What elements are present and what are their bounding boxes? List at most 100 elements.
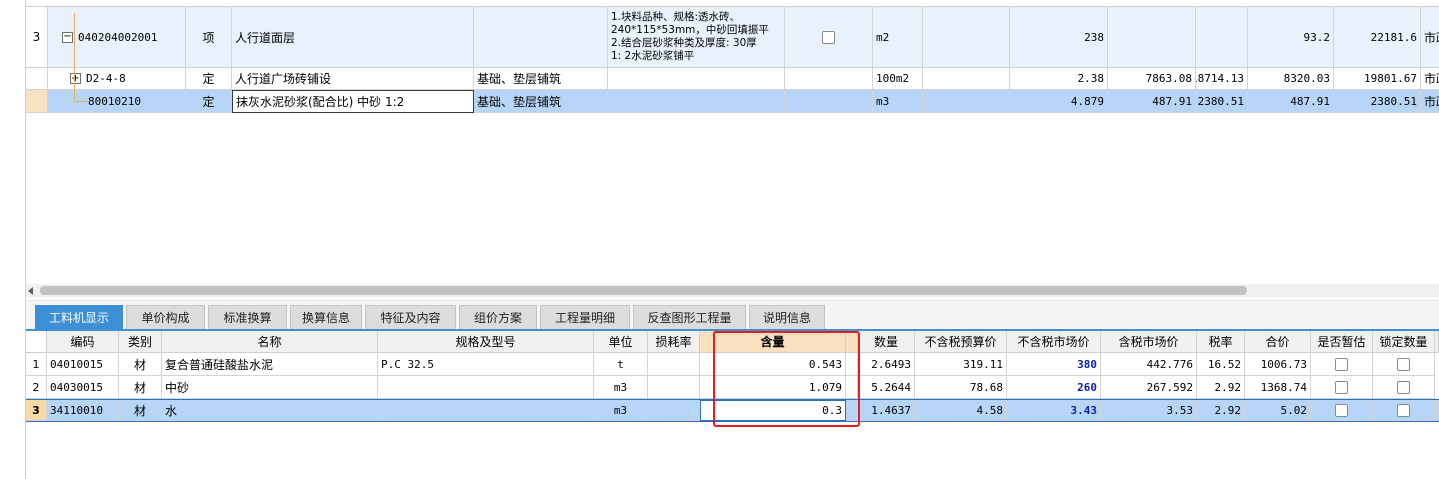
expand-icon[interactable]: + [70,73,81,84]
header-lock[interactable]: 锁定数量 [1373,331,1435,353]
tab-material-display[interactable]: 工料机显示 [35,305,123,329]
collapse-icon[interactable]: − [62,31,73,43]
scrollbar-thumb[interactable] [40,286,1247,295]
checkbox-cell [785,7,873,68]
lock-checkbox[interactable] [1397,357,1410,371]
tab-unit-price[interactable]: 单价构成 [126,305,205,329]
name-editor[interactable]: 抹灰水泥砂浆(配合比) 中砂 1:2 [232,90,474,113]
taxmarket-cell[interactable]: 3.53 [1101,400,1197,421]
code-cell[interactable]: − 040204002001 [48,7,186,68]
header-code[interactable]: 编码 [47,331,119,353]
loss-cell[interactable] [648,376,700,399]
taxrate-cell[interactable]: 16.52 [1197,353,1245,376]
header-market[interactable]: 不含税市场价 [1007,331,1101,353]
tab-features[interactable]: 特征及内容 [365,305,456,329]
unit-cell[interactable]: m3 [594,376,648,399]
lock-checkbox[interactable] [1397,403,1410,417]
loss-cell[interactable] [648,400,700,421]
taxmarket-cell[interactable]: 442.776 [1101,353,1197,376]
header-type[interactable]: 类别 [119,331,162,353]
code-cell[interactable]: 34110010 [47,400,119,421]
header-taxrate[interactable]: 税率 [1197,331,1245,353]
unit-cell[interactable]: m3 [594,400,648,421]
estimate-checkbox[interactable] [1335,403,1348,417]
feature-cell[interactable] [608,68,785,90]
header-unit[interactable]: 单位 [594,331,648,353]
name-cell[interactable]: 中砂 [162,376,378,399]
market-cell[interactable]: 260 [1007,376,1101,399]
spec-cell[interactable] [378,376,594,399]
name-cell[interactable]: 人行道面层 [232,7,474,68]
table-row[interactable]: + D2-4-8 定 人行道广场砖铺设 基础、垫层铺筑 100m2 2.38 7… [26,68,1439,90]
tab-quantity-detail[interactable]: 工程量明细 [540,305,630,329]
code-cell[interactable]: 80010210 [48,90,186,113]
name-cell[interactable]: 人行道广场砖铺设 [232,68,474,90]
qty-cell[interactable]: 5.2644 [858,376,915,399]
checkbox-cell [785,90,873,113]
unit-cell[interactable]: t [594,353,648,376]
feature-cell[interactable] [608,90,785,113]
table-row-selected[interactable]: 80010210 定 抹灰水泥砂浆(配合比) 中砂 1:2 基础、垫层铺筑 m3… [26,90,1439,113]
feature-cell[interactable]: 1.块料品种、规格:透水砖、 240*115*53mm，中砂回填振平 2.结合层… [608,7,785,68]
market-cell[interactable]: 3.43 [1007,400,1101,421]
name-cell[interactable]: 复合普通硅酸盐水泥 [162,353,378,376]
quantity-cell[interactable]: 238 [1010,7,1108,68]
scroll-left-arrow-icon[interactable] [28,287,33,295]
estimate-checkbox[interactable] [1335,357,1348,371]
taxrate-cell[interactable]: 2.92 [1197,376,1245,399]
code-cell[interactable]: 04010015 [47,353,119,376]
budget-cell[interactable]: 319.11 [915,353,1007,376]
type-cell[interactable]: 材 [119,376,162,399]
header-name[interactable]: 名称 [162,331,378,353]
header-budget[interactable]: 不含税预算价 [915,331,1007,353]
price-cell: 22181.6 [1334,7,1421,68]
qty-cell[interactable]: 2.6493 [858,353,915,376]
unit-cell[interactable]: 100m2 [873,68,923,90]
type-cell[interactable]: 定 [186,90,232,113]
lock-checkbox[interactable] [1397,380,1410,394]
header-taxmarket[interactable]: 含税市场价 [1101,331,1197,353]
price-cell [1196,7,1248,68]
spec-cell[interactable] [378,400,594,421]
loss-cell[interactable] [648,353,700,376]
tab-standard-conversion[interactable]: 标准换算 [208,305,287,329]
tree-line [74,13,75,101]
spec-cell[interactable]: P.C 32.5 [378,353,594,376]
taxmarket-cell[interactable]: 267.592 [1101,376,1197,399]
unit-cell[interactable]: m2 [873,7,923,68]
header-loss[interactable]: 损耗率 [648,331,700,353]
tab-reverse-lookup[interactable]: 反查图形工程量 [633,305,746,329]
type-cell[interactable]: 项 [186,7,232,68]
estimate-cell [1311,376,1373,399]
name-cell[interactable]: 水 [162,400,378,421]
unit-cell[interactable]: m3 [873,90,923,113]
category-cell[interactable]: 基础、垫层铺筑 [474,90,608,113]
table-row[interactable]: 3 − 040204002001 项 人行道面层 1.块料品种、规格:透水砖、 … [26,7,1439,68]
market-cell[interactable]: 380 [1007,353,1101,376]
feature-line: 1.块料品种、规格:透水砖、 [611,11,741,23]
qty-cell[interactable]: 1.4637 [858,400,915,421]
type-cell[interactable]: 材 [119,400,162,421]
header-qty[interactable]: 数量 [858,331,915,353]
budget-cell[interactable]: 4.58 [915,400,1007,421]
highlight-box [713,331,860,427]
type-cell[interactable]: 定 [186,68,232,90]
type-cell[interactable]: 材 [119,353,162,376]
estimate-checkbox[interactable] [1335,380,1348,394]
tab-pricing-plan[interactable]: 组价方案 [459,305,537,329]
checkbox[interactable] [822,30,835,44]
tab-description[interactable]: 说明信息 [749,305,825,329]
category-cell[interactable]: 基础、垫层铺筑 [474,68,608,90]
horizontal-scrollbar[interactable] [26,284,1439,297]
code-cell[interactable]: + D2-4-8 [48,68,186,90]
quantity-cell[interactable]: 2.38 [1010,68,1108,90]
code-cell[interactable]: 04030015 [47,376,119,399]
quantity-cell[interactable]: 4.879 [1010,90,1108,113]
category-cell[interactable] [474,7,608,68]
header-estimate[interactable]: 是否暂估 [1311,331,1373,353]
taxrate-cell[interactable]: 2.92 [1197,400,1245,421]
header-spec[interactable]: 规格及型号 [378,331,594,353]
tab-conversion-info[interactable]: 换算信息 [290,305,362,329]
budget-cell[interactable]: 78.68 [915,376,1007,399]
header-total[interactable]: 合价 [1245,331,1311,353]
